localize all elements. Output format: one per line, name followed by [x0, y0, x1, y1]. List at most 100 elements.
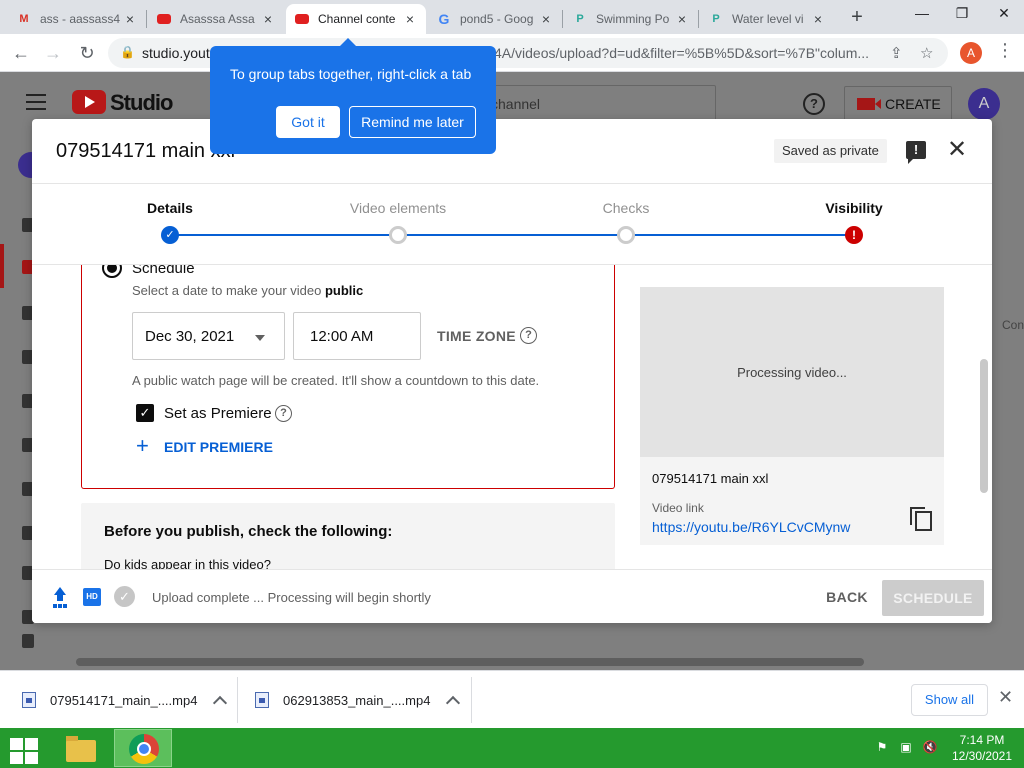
timezone-help-icon[interactable]: ? [520, 327, 537, 344]
create-button[interactable]: CREATE [844, 86, 952, 122]
start-icon-quad [10, 738, 23, 750]
tab-water-level[interactable]: P Water level vi × [700, 4, 834, 34]
copy-icon[interactable] [910, 507, 932, 531]
start-icon-quad [10, 752, 23, 764]
checks-complete-icon[interactable]: ✓ [114, 586, 135, 607]
minimize-button[interactable]: — [902, 0, 942, 30]
time-input[interactable]: 12:00 AM [293, 312, 421, 360]
bookmark-star-icon[interactable]: ☆ [920, 44, 933, 62]
feedback-icon[interactable]: ! [906, 141, 926, 164]
window-close-button[interactable]: ✕ [984, 0, 1024, 30]
youtube-icon [294, 11, 310, 27]
windows-start-icon[interactable] [6, 734, 40, 764]
download-separator [237, 677, 238, 723]
video-file-icon [255, 692, 269, 708]
step-checks[interactable]: Checks [603, 200, 650, 216]
profile-avatar[interactable]: A [960, 42, 982, 64]
prepublish-checklist: Before you publish, check the following:… [81, 503, 615, 569]
network-icon[interactable]: ▣ [898, 740, 914, 756]
taskbar-clock[interactable]: 7:14 PM 12/30/2021 [946, 732, 1018, 764]
clock-date: 12/30/2021 [951, 749, 1013, 763]
chrome-taskbar-button[interactable] [114, 729, 172, 767]
horizontal-scrollbar[interactable] [76, 658, 864, 666]
tab-swimming-pool[interactable]: P Swimming Po × [564, 4, 698, 34]
chevron-up-icon[interactable] [446, 695, 461, 711]
premiere-help-icon[interactable]: ? [275, 405, 292, 422]
more-options-icon[interactable]: ⋮ [996, 40, 1014, 61]
step-details[interactable]: Details [147, 200, 193, 216]
upload-stepper: Details Video elements Checks Visibility… [32, 183, 992, 265]
tab-title: Channel conte [318, 12, 396, 26]
tab-channel-content[interactable]: Channel conte × [286, 4, 426, 34]
vertical-scrollbar[interactable] [980, 359, 988, 493]
tab-gmail[interactable]: M ass - aassass4 × [8, 4, 146, 34]
volume-muted-icon[interactable]: 🔇 [922, 740, 938, 756]
close-icon[interactable]: × [674, 11, 690, 27]
chevron-up-icon[interactable] [213, 695, 228, 711]
close-icon[interactable]: ✕ [944, 137, 970, 163]
schedule-button[interactable]: SCHEDULE [882, 580, 984, 616]
help-icon[interactable]: ? [803, 93, 825, 115]
step-error-icon[interactable]: ! [845, 226, 863, 244]
folder-icon [66, 736, 96, 762]
premiere-label[interactable]: Set as Premiere [164, 405, 272, 422]
close-icon[interactable]: × [538, 11, 554, 27]
browser-toolbar: ← → ↻ 🔒 studio.yout 4A/videos/upload?d=u… [0, 34, 1024, 72]
share-icon[interactable]: ⇪ [890, 44, 903, 62]
background-column-text: Con [1002, 318, 1024, 332]
date-dropdown[interactable]: Dec 30, 2021 [132, 312, 285, 360]
step-pending-dot[interactable] [389, 226, 407, 244]
step-visibility[interactable]: Visibility [825, 200, 882, 216]
tooltip-text: To group tabs together, right-click a ta… [230, 66, 472, 82]
download-item[interactable]: 079514171_main_....mp4 [22, 671, 228, 729]
download-item[interactable]: 062913853_main_....mp4 [255, 671, 461, 729]
downloads-bar: 079514171_main_....mp4 062913853_main_..… [0, 670, 1024, 728]
action-center-flag-icon[interactable]: ⚑ [874, 740, 890, 756]
youtube-icon [156, 11, 172, 27]
close-icon[interactable]: ✕ [998, 687, 1013, 708]
url-host: studio.yout [142, 45, 210, 61]
account-avatar[interactable]: A [968, 88, 1000, 120]
date-value: Dec 30, 2021 [145, 328, 235, 345]
edit-premiere-button[interactable]: EDIT PREMIERE [164, 439, 273, 455]
close-icon[interactable]: × [260, 11, 276, 27]
plus-icon[interactable]: + [136, 435, 149, 457]
close-icon[interactable]: × [810, 11, 826, 27]
tab-title: pond5 - Goog [460, 12, 534, 26]
video-link[interactable]: https://youtu.be/R6YLCvCMynw [652, 519, 850, 535]
upload-icon[interactable] [52, 587, 68, 607]
tab-google-pond5[interactable]: G pond5 - Goog × [428, 4, 562, 34]
hd-icon[interactable]: HD [83, 588, 101, 606]
timezone-button[interactable]: TIME ZONE [437, 328, 516, 344]
time-value: 12:00 AM [310, 328, 374, 345]
video-thumbnail: Processing video... [640, 287, 944, 457]
step-video-elements[interactable]: Video elements [350, 200, 446, 216]
step-pending-dot[interactable] [617, 226, 635, 244]
tab-youtube-asasssa[interactable]: Asasssa Assa × [148, 4, 284, 34]
schedule-subtitle-text: Select a date to make your video [132, 283, 322, 298]
back-arrow-icon[interactable]: ← [8, 40, 34, 66]
processing-text: Processing video... [737, 365, 847, 380]
file-explorer-icon[interactable] [62, 732, 100, 766]
step-complete-check-icon[interactable]: ✓ [161, 226, 179, 244]
reload-icon[interactable]: ↻ [74, 40, 100, 66]
close-icon[interactable]: × [402, 11, 418, 27]
checklist-question: Do kids appear in this video? [104, 557, 271, 569]
show-all-button[interactable]: Show all [911, 684, 988, 716]
hamburger-menu-icon[interactable] [26, 94, 46, 110]
back-button[interactable]: BACK [818, 580, 876, 614]
feedback-sidebar-icon[interactable] [22, 634, 34, 648]
tab-strip: M ass - aassass4 × Asasssa Assa × Channe… [0, 0, 1024, 34]
new-tab-button[interactable]: + [846, 5, 868, 29]
close-icon[interactable]: × [122, 11, 138, 27]
got-it-button[interactable]: Got it [276, 106, 340, 138]
premiere-checkbox[interactable]: ✓ [136, 404, 154, 422]
restore-button[interactable]: ❐ [942, 0, 982, 30]
download-separator [471, 677, 472, 723]
download-filename: 062913853_main_....mp4 [283, 692, 431, 708]
countdown-note: A public watch page will be created. It'… [132, 373, 540, 388]
forward-arrow-icon[interactable]: → [40, 40, 66, 66]
youtube-logo-icon[interactable] [72, 90, 106, 114]
url-path: 4A/videos/upload?d=ud&filter=%5B%5D&sort… [494, 45, 870, 61]
remind-me-later-button[interactable]: Remind me later [349, 106, 476, 138]
